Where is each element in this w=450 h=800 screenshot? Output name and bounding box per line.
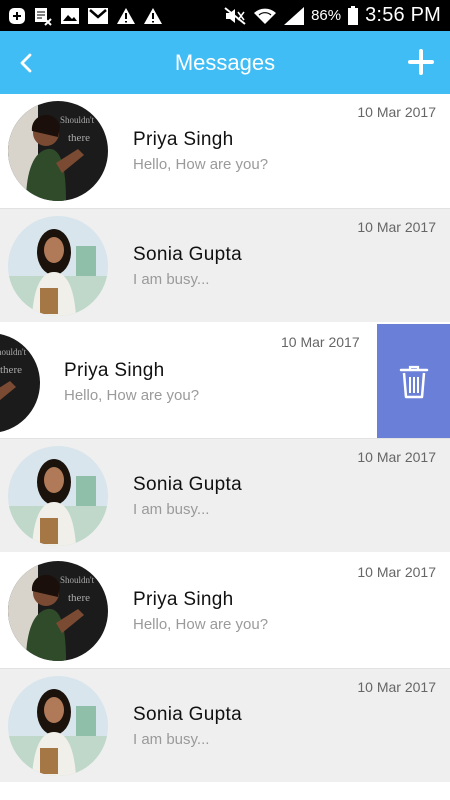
message-row[interactable]: 10 Mar 2017 Sonia Gupta I am busy...: [0, 209, 450, 324]
clock: 3:56 PM: [365, 4, 441, 26]
trash-icon: [399, 365, 428, 398]
message-row[interactable]: Shouldn't there 10 Mar 2017 Priya Singh H…: [0, 94, 450, 209]
message-row[interactable]: 10 Mar 2017 Sonia Gupta I am busy...: [0, 669, 450, 784]
message-preview: I am busy...: [133, 271, 210, 288]
battery-icon: [347, 5, 359, 26]
message-date: 10 Mar 2017: [357, 449, 436, 465]
contact-name: Priya Singh: [64, 360, 165, 381]
message-date: 10 Mar 2017: [357, 564, 436, 580]
avatar-student: [8, 676, 108, 776]
status-bar: 86% 3:56 PM: [0, 0, 450, 31]
contact-name: Priya Singh: [133, 129, 234, 150]
app-bar: Messages: [0, 31, 450, 94]
svg-text:Shouldn't: Shouldn't: [60, 575, 95, 585]
calendar-x-icon: [33, 6, 53, 26]
image-icon: [60, 7, 80, 25]
message-preview: I am busy...: [133, 501, 210, 518]
svg-text:there: there: [68, 592, 90, 604]
svg-text:Shouldn't: Shouldn't: [60, 115, 95, 125]
message-list: Shouldn't there 10 Mar 2017 Priya Singh H…: [0, 94, 450, 784]
contact-name: Sonia Gupta: [133, 704, 242, 725]
avatar-teacher: Shouldn't there: [8, 561, 108, 661]
mute-icon: [223, 6, 247, 26]
warning-icon: [116, 7, 136, 25]
chevron-left-icon: [20, 53, 32, 73]
message-date: 10 Mar 2017: [357, 679, 436, 695]
message-row[interactable]: 10 Mar 2017 Sonia Gupta I am busy...: [0, 439, 450, 554]
message-date: 10 Mar 2017: [281, 334, 360, 350]
svg-text:there: there: [68, 132, 90, 144]
svg-text:Shouldn't: Shouldn't: [0, 347, 27, 357]
wifi-icon: [253, 6, 277, 26]
message-preview: Hello, How are you?: [133, 156, 269, 173]
new-message-button[interactable]: [406, 47, 436, 77]
notification-icons: [0, 6, 163, 26]
delete-button[interactable]: [377, 324, 450, 438]
svg-text:there: there: [0, 364, 22, 376]
back-button[interactable]: [12, 48, 40, 78]
avatar-student: [8, 216, 108, 316]
gmail-icon: [87, 7, 109, 25]
message-date: 10 Mar 2017: [357, 104, 436, 120]
avatar-teacher: Shouldn't there: [0, 333, 40, 433]
contact-name: Priya Singh: [133, 589, 234, 610]
signal-icon: [283, 6, 305, 26]
page-title: Messages: [174, 49, 276, 75]
contact-name: Sonia Gupta: [133, 474, 242, 495]
contact-name: Sonia Gupta: [133, 244, 242, 265]
message-row[interactable]: Shouldn't there 10 Mar 2017 Priya Singh H…: [0, 554, 450, 669]
add-box-icon: [8, 7, 26, 25]
message-date: 10 Mar 2017: [357, 219, 436, 235]
plus-icon: [408, 49, 434, 75]
message-row-swiped[interactable]: Shouldn't there 10 Mar 2017 Priya Singh H…: [0, 324, 450, 439]
battery-percent: 86%: [311, 7, 342, 24]
message-preview: Hello, How are you?: [133, 616, 269, 633]
warning-icon: [143, 7, 163, 25]
system-indicators: 86% 3:56 PM: [223, 4, 450, 27]
message-preview: Hello, How are you?: [64, 387, 200, 404]
avatar-student: [8, 446, 108, 546]
message-preview: I am busy...: [133, 731, 210, 748]
avatar-teacher: Shouldn't there: [8, 101, 108, 201]
